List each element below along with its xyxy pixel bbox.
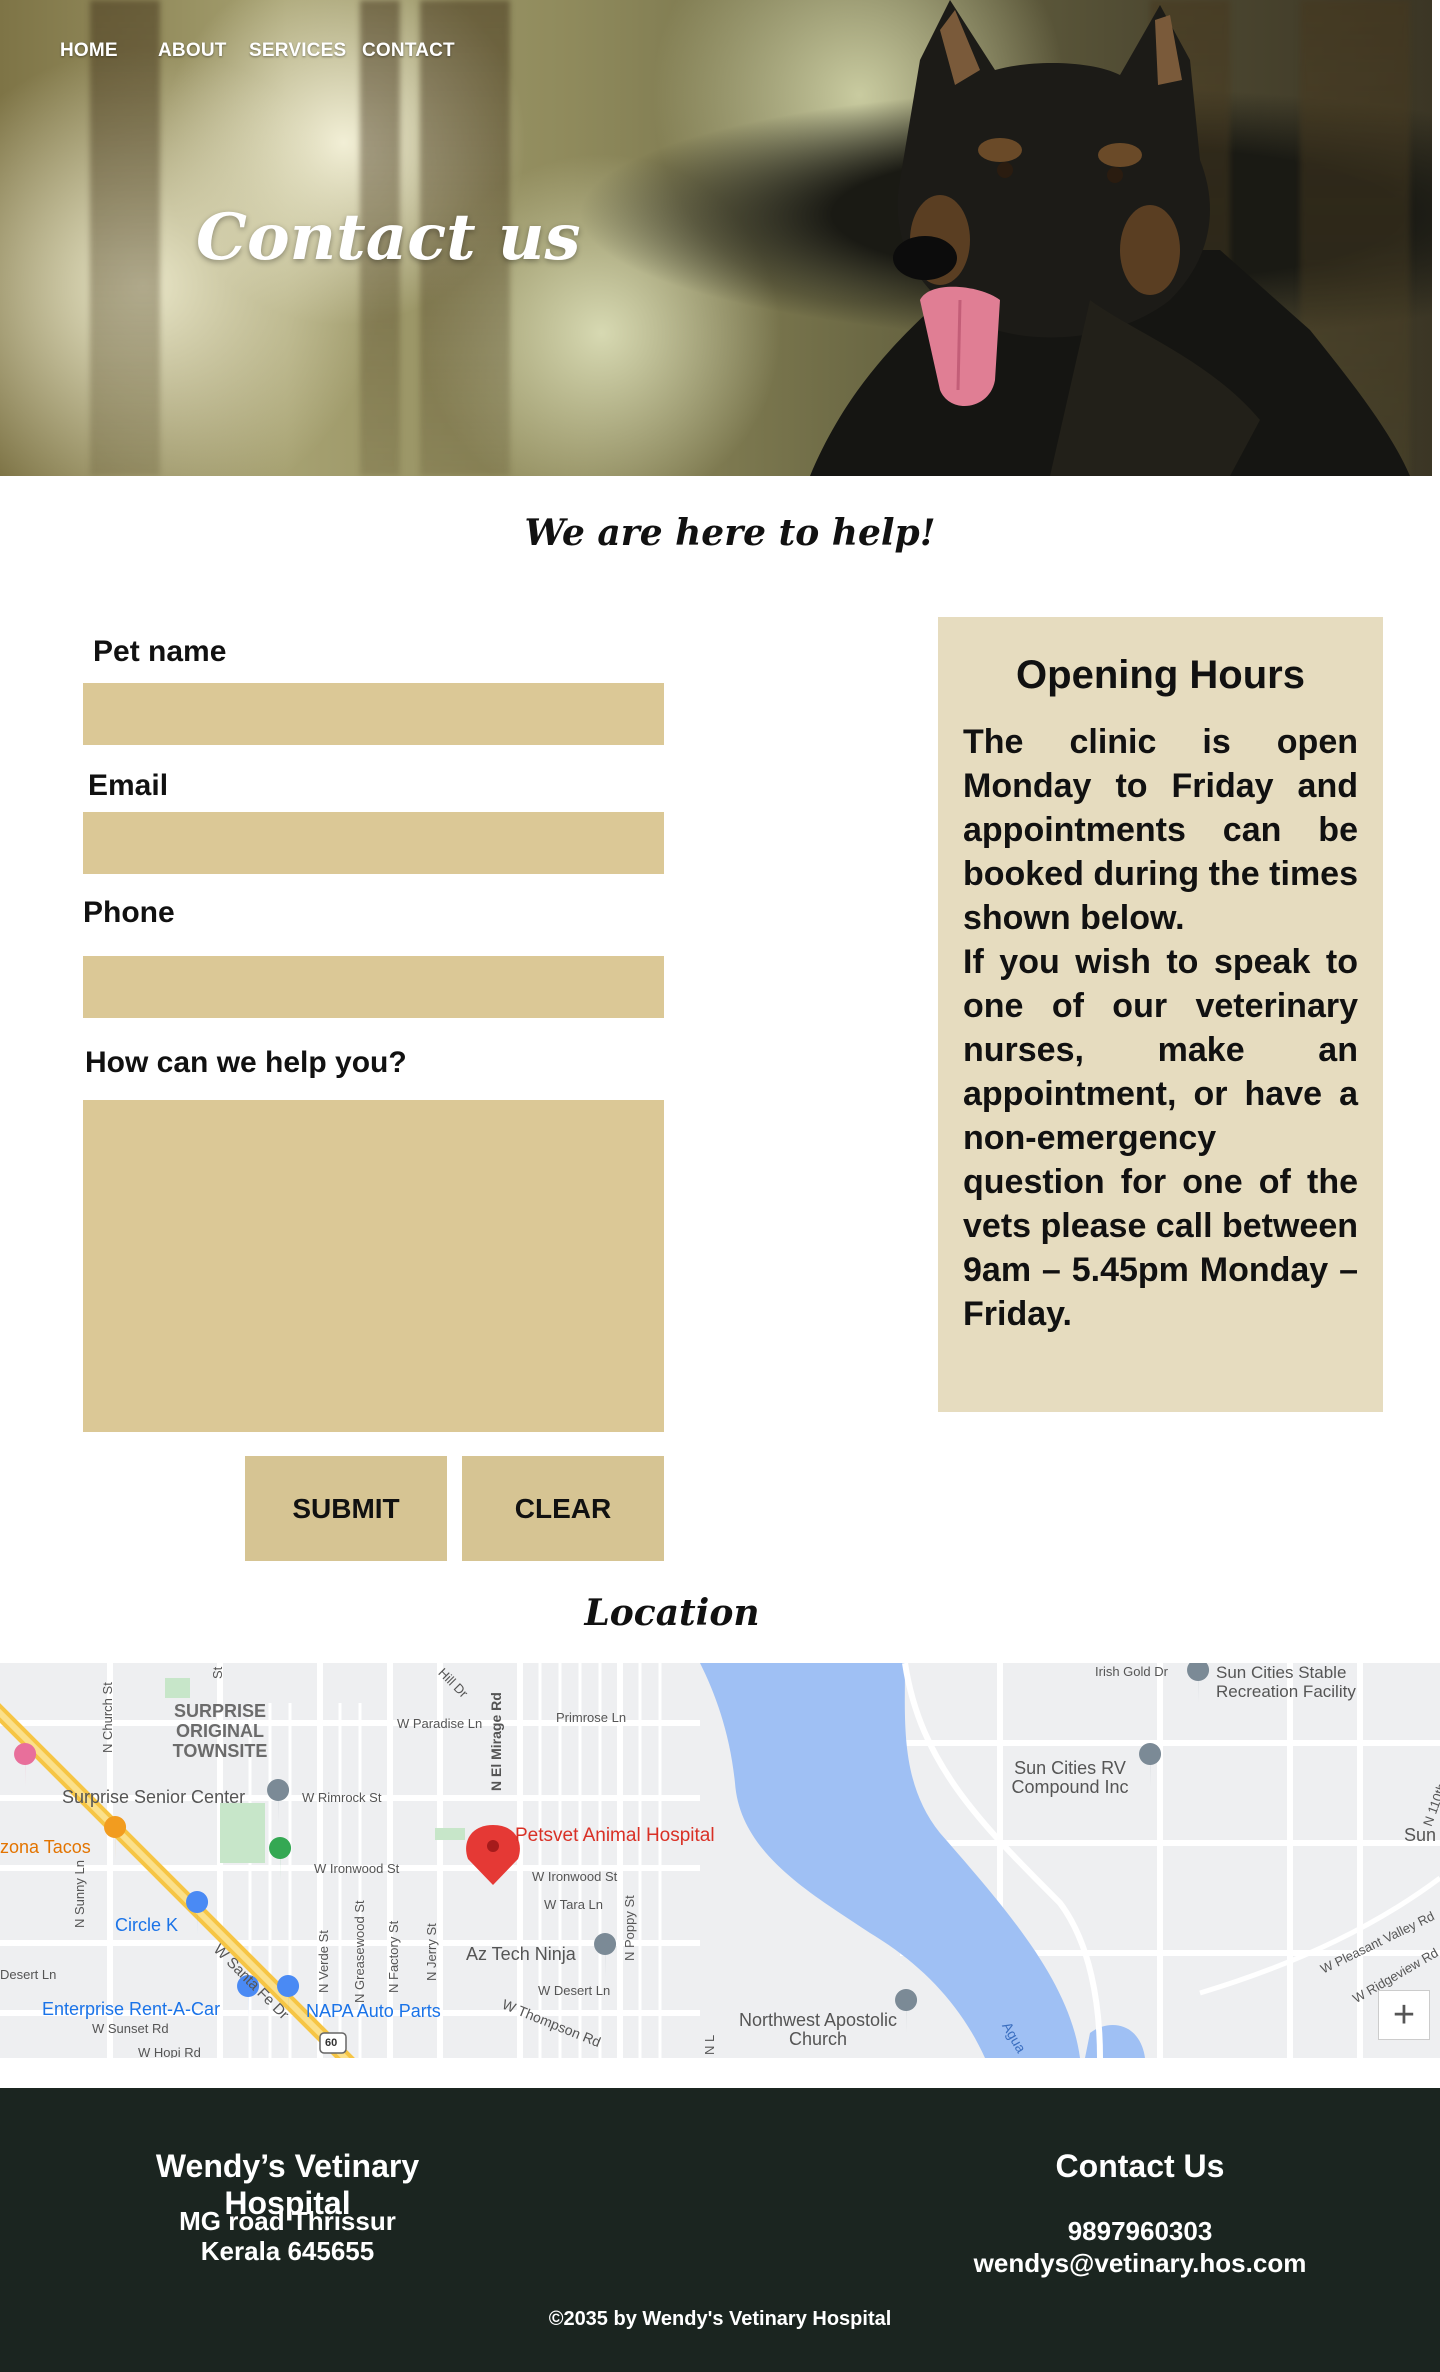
map-label: St: [210, 1666, 225, 1679]
route-shield-label: 60: [325, 2037, 338, 2049]
map-label: N Church St: [100, 1682, 115, 1753]
message-label: How can we help you?: [85, 1046, 407, 1079]
site-footer: Wendy’s Vetinary Hospital MG road Thriss…: [0, 2088, 1440, 2372]
email-label: Email: [88, 769, 169, 802]
map-label: Sun Cities Stable Recreation Facility: [1216, 1663, 1356, 1701]
map-label: N Factory St: [386, 1920, 401, 1993]
map-label: Enterprise Rent-A-Car: [42, 1999, 221, 2019]
opening-hours-paragraph: If you wish to speak to one of our veter…: [963, 943, 1358, 1333]
footer-address-line2: Kerala 645655: [200, 2236, 375, 2266]
map-label: Circle K: [115, 1915, 179, 1935]
email-input[interactable]: [83, 812, 664, 874]
map-water: [700, 1663, 1080, 2058]
nav-services-link[interactable]: SERVICES: [249, 40, 346, 62]
map-label: N Jerry St: [424, 1923, 439, 1981]
phone-input[interactable]: [83, 956, 664, 1018]
opening-hours-card: Opening Hours The clinic is open Monday …: [938, 617, 1383, 1412]
map-label: W Ironwood St: [532, 1869, 618, 1884]
german-shepherd-dog-image: [810, 0, 1410, 476]
map-marker-label[interactable]: Petsvet Animal Hospital: [515, 1825, 715, 1847]
help-heading: We are here to help!: [524, 512, 936, 554]
map-label: NAPA Auto Parts: [306, 2001, 441, 2021]
map-label: W Desert Ln: [538, 1983, 611, 1998]
opening-hours-title: Opening Hours: [1016, 653, 1305, 697]
map-label: Desert Ln: [0, 1967, 57, 1982]
location-map[interactable]: Petsvet Animal Hospital SURPRISE ORIGINA…: [0, 1663, 1440, 2058]
map-label: zona Tacos: [0, 1837, 91, 1857]
submit-button[interactable]: SUBMIT: [245, 1456, 447, 1561]
map-label: W Rimrock St: [302, 1790, 382, 1805]
map-label: N Poppy St: [622, 1895, 637, 1961]
map-label: Sun: [1404, 1825, 1437, 1845]
map-label: Primrose Ln: [556, 1710, 627, 1725]
map-label: N Verde St: [316, 1930, 331, 1993]
map-label: N Greasewood St: [352, 1900, 367, 2003]
map-label: Az Tech Ninja: [466, 1944, 576, 1964]
footer-email-link[interactable]: wendys@vetinary.hos.com: [940, 2248, 1340, 2279]
map-park: [435, 1828, 465, 1840]
hero-banner: HOME ABOUT SERVICES CONTACT Contact us: [0, 0, 1432, 476]
footer-copyright: ©2035 by Wendy's Vetinary Hospital: [548, 2308, 892, 2330]
map-label: W Paradise Ln: [397, 1716, 483, 1731]
footer-contact-title: Contact Us: [1055, 2148, 1225, 2184]
map-label: W Sunset Rd: [92, 2021, 169, 2036]
map-label: N Sunny Ln: [72, 1860, 87, 1928]
map-label: N L: [702, 2034, 717, 2055]
nav-contact-link[interactable]: CONTACT: [362, 40, 455, 62]
map-label: Surprise Senior Center: [62, 1787, 246, 1807]
message-textarea[interactable]: [83, 1100, 664, 1432]
map-label: N El Mirage Rd: [488, 1692, 504, 1791]
clear-button[interactable]: CLEAR: [462, 1456, 664, 1561]
footer-phone[interactable]: 9897960303: [940, 2216, 1340, 2247]
map-park: [220, 1803, 265, 1863]
map-label: W Tara Ln: [544, 1897, 604, 1912]
map-label: Northwest Apostolic Church: [738, 2010, 898, 2049]
map-marker-icon[interactable]: [466, 1825, 520, 1885]
location-heading: Location: [584, 1592, 760, 1634]
phone-label: Phone: [83, 896, 175, 929]
map-zoom-in-button[interactable]: +: [1378, 1990, 1430, 2040]
map-water: [1085, 2025, 1145, 2058]
opening-hours-paragraph: The clinic is open Monday to Friday and …: [963, 723, 1358, 937]
map-label: Sun Cities RV Compound Inc: [1011, 1758, 1129, 1797]
map-label: W Hopi Rd: [138, 2045, 201, 2058]
map-park: [165, 1678, 190, 1698]
nav-about-link[interactable]: ABOUT: [158, 40, 227, 62]
hero-title: Contact us: [196, 200, 581, 275]
map-label: W Ironwood St: [314, 1861, 400, 1876]
map-label: SURPRISE ORIGINAL TOWNSITE: [172, 1701, 268, 1761]
nav-home-link[interactable]: HOME: [60, 40, 118, 62]
map-label: Irish Gold Dr: [1095, 1664, 1168, 1679]
footer-address-line1: MG road Thrissur: [179, 2206, 396, 2236]
hero-tree-trunk: [90, 0, 160, 476]
pet-name-input[interactable]: [83, 683, 664, 745]
pet-name-label: Pet name: [93, 635, 227, 668]
